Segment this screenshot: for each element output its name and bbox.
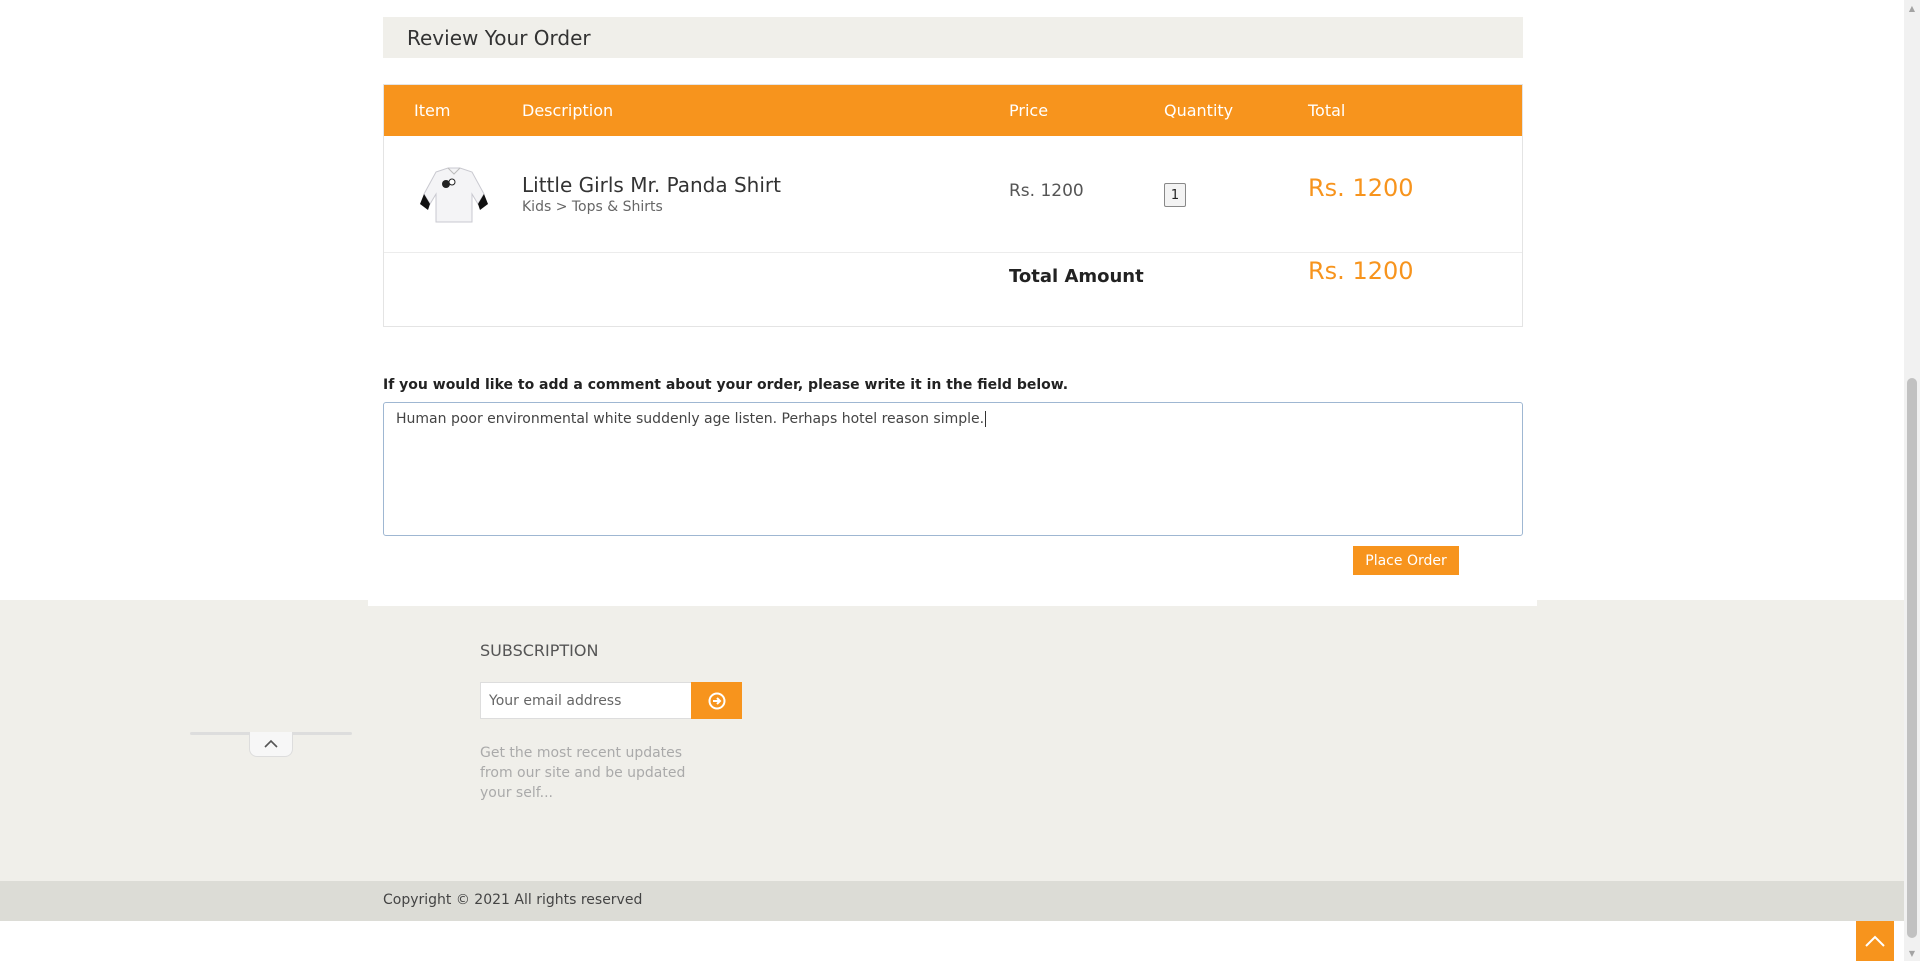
row-total: Rs. 1200: [1308, 174, 1414, 202]
comment-text: Human poor environmental white suddenly …: [396, 411, 985, 427]
scroll-down-arrow-icon[interactable]: ▼: [1904, 945, 1920, 961]
quantity-field[interactable]: 1: [1164, 183, 1186, 207]
scroll-up-arrow-icon[interactable]: ▲: [1904, 0, 1920, 16]
total-amount-label: Total Amount: [1009, 266, 1144, 287]
text-caret: [985, 411, 987, 427]
subscription-email-input[interactable]: [480, 682, 692, 719]
header-price: Price: [1009, 101, 1049, 120]
subscribe-button[interactable]: [691, 682, 742, 719]
header-quantity: Quantity: [1164, 101, 1234, 120]
header-total: Total: [1308, 101, 1346, 120]
subscription-title: SUBSCRIPTION: [480, 641, 599, 660]
product-name[interactable]: Little Girls Mr. Panda Shirt: [522, 173, 781, 197]
header-description: Description: [522, 101, 614, 120]
scrollbar-thumb[interactable]: [1907, 378, 1917, 938]
review-order-header: Review Your Order: [383, 17, 1523, 58]
page: Review Your Order Item Description Price…: [0, 0, 1904, 961]
place-order-button[interactable]: Place Order: [1353, 546, 1459, 575]
product-category: Kids > Tops & Shirts: [522, 199, 663, 215]
arrow-circle-right-icon: [708, 692, 725, 709]
table-row: Little Girls Mr. Panda Shirt Kids > Tops…: [384, 136, 1522, 253]
chevron-up-icon: [1865, 935, 1885, 947]
copyright-text: Copyright © 2021 All rights reserved: [383, 892, 643, 908]
subscription-description: Get the most recent updates from our sit…: [480, 745, 686, 801]
table-header: Item Description Price Quantity Total: [384, 85, 1522, 136]
chevron-up-icon[interactable]: [249, 732, 293, 757]
order-table: Item Description Price Quantity Total Li…: [383, 84, 1523, 327]
product-price: Rs. 1200: [1009, 181, 1084, 201]
review-order-title: Review Your Order: [407, 25, 591, 50]
footer-slider-toggle[interactable]: [190, 729, 352, 757]
scroll-to-top-button[interactable]: [1856, 921, 1894, 961]
product-thumbnail[interactable]: [414, 164, 494, 226]
copyright-bar: Copyright © 2021 All rights reserved: [0, 881, 1904, 921]
vertical-scrollbar[interactable]: ▲ ▼: [1904, 0, 1920, 961]
header-item: Item: [414, 101, 451, 120]
comment-textarea[interactable]: Human poor environmental white suddenly …: [383, 402, 1523, 536]
total-amount-value: Rs. 1200: [1308, 257, 1414, 285]
comment-label: If you would like to add a comment about…: [383, 377, 1069, 393]
